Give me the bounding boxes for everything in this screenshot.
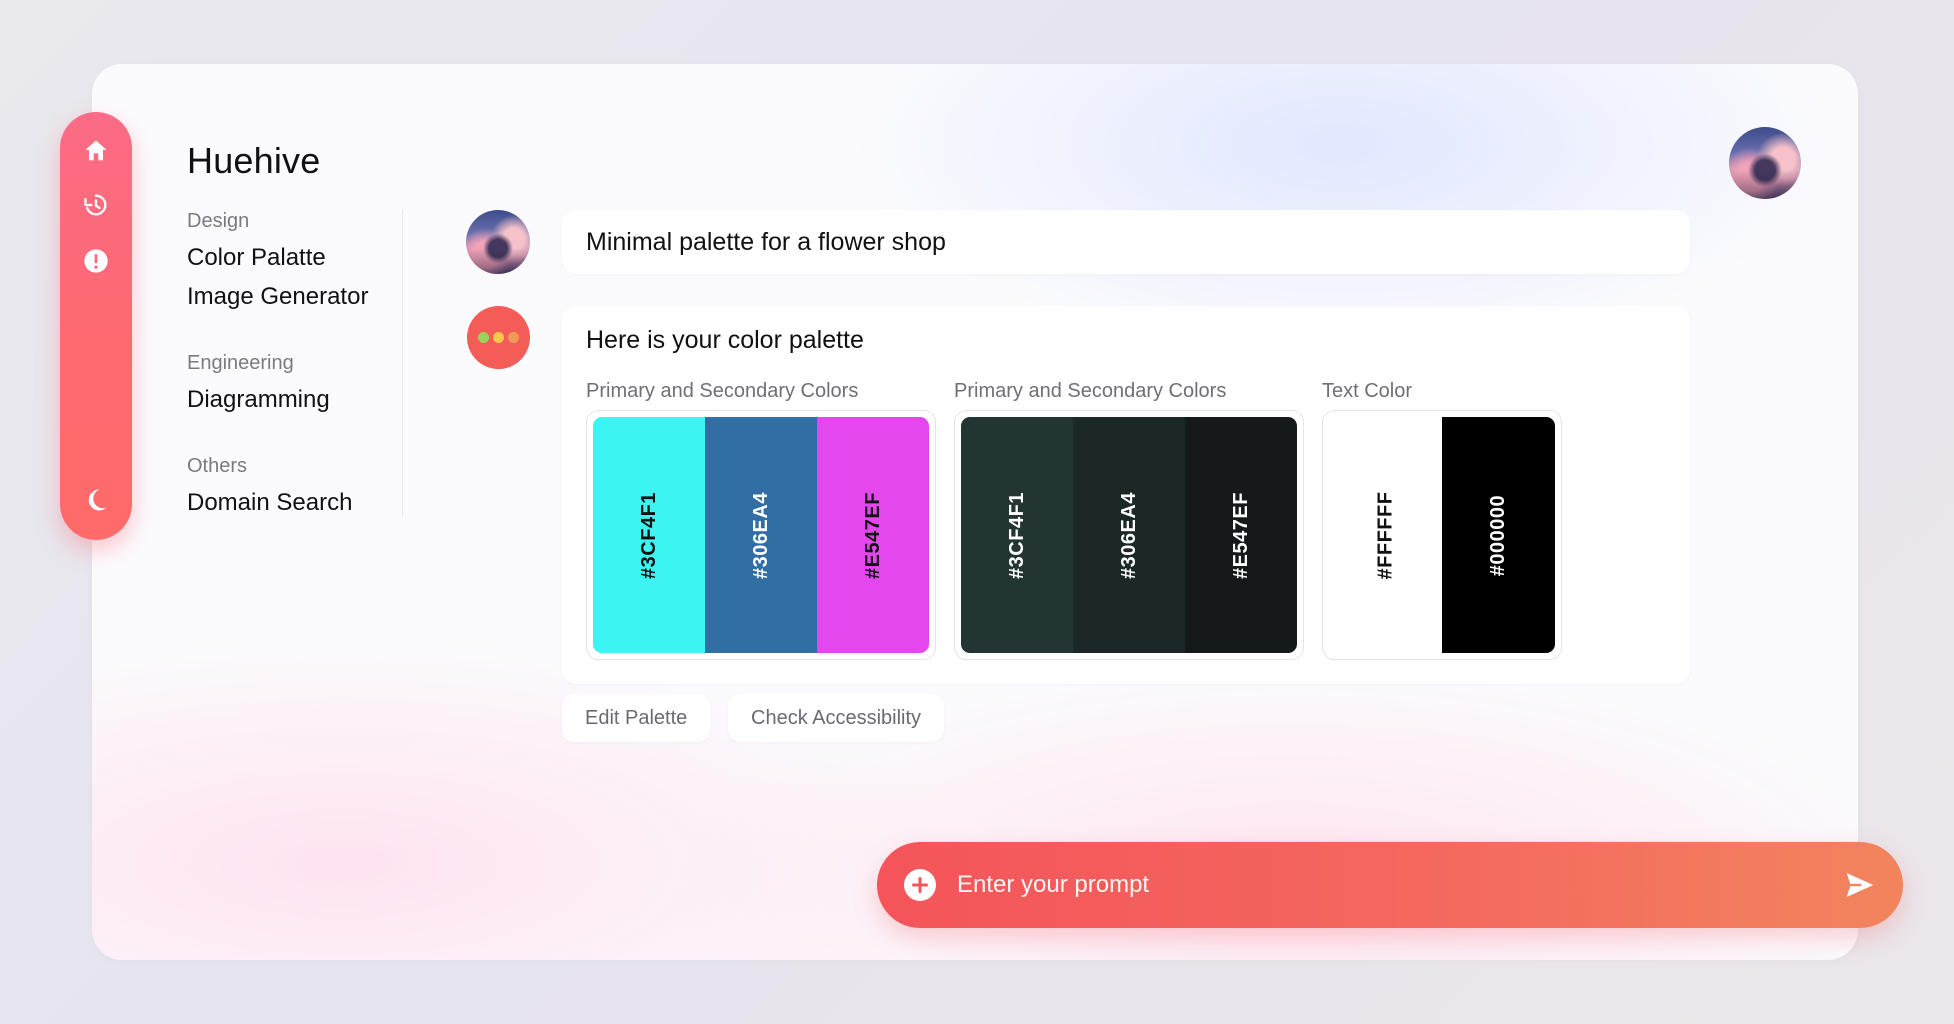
bot-avatar xyxy=(467,306,530,369)
check-accessibility-button[interactable]: Check Accessibility xyxy=(728,694,945,742)
nav-item-color-palette[interactable]: Color Palatte xyxy=(187,244,326,272)
bot-dot-icon xyxy=(478,332,489,343)
alert-icon[interactable] xyxy=(81,246,111,276)
user-avatar xyxy=(466,210,530,274)
color-swatch[interactable]: #306EA4 xyxy=(705,417,817,653)
moon-icon[interactable] xyxy=(81,485,111,515)
color-swatch[interactable]: #306EA4 xyxy=(1073,417,1185,653)
color-swatch[interactable]: #E547EF xyxy=(817,417,929,653)
prompt-input[interactable] xyxy=(957,862,1817,908)
palette-title: Text Color xyxy=(1322,380,1413,402)
palette-title: Primary and Secondary Colors xyxy=(586,380,859,402)
color-swatch[interactable]: #FFFFFF xyxy=(1329,417,1442,653)
nav-item-diagramming[interactable]: Diagramming xyxy=(187,386,330,414)
send-icon[interactable] xyxy=(1843,869,1877,901)
history-icon[interactable] xyxy=(81,190,111,220)
nav-group-design: Design xyxy=(187,210,250,232)
icon-rail xyxy=(60,112,132,540)
bot-dot-icon xyxy=(508,332,519,343)
color-swatch[interactable]: #E547EF xyxy=(1185,417,1297,653)
palette-card[interactable]: #3CF4F1 #306EA4 #E547EF xyxy=(954,410,1304,660)
nav-group-others: Others xyxy=(187,455,248,477)
user-message: Minimal palette for a flower shop xyxy=(562,210,1690,274)
bot-intro-text: Here is your color palette xyxy=(586,326,864,354)
profile-avatar[interactable] xyxy=(1729,127,1801,199)
home-icon[interactable] xyxy=(81,136,111,166)
nav-item-image-generator[interactable]: Image Generator xyxy=(187,283,368,311)
nav-group-engineering: Engineering xyxy=(187,352,294,374)
app-brand: Huehive xyxy=(187,140,321,181)
bot-message: Here is your color palette Primary and S… xyxy=(562,306,1690,684)
prompt-bar xyxy=(877,842,1903,928)
color-swatch[interactable]: #3CF4F1 xyxy=(961,417,1073,653)
bot-dot-icon xyxy=(493,332,504,343)
color-swatch[interactable]: #000000 xyxy=(1442,417,1555,653)
nav-item-domain-search[interactable]: Domain Search xyxy=(187,489,352,517)
color-swatch[interactable]: #3CF4F1 xyxy=(593,417,705,653)
palette-title: Primary and Secondary Colors xyxy=(954,380,1227,402)
palette-card[interactable]: #3CF4F1 #306EA4 #E547EF xyxy=(586,410,936,660)
add-icon[interactable] xyxy=(904,869,936,901)
sidebar-divider xyxy=(402,210,403,516)
palette-card[interactable]: #FFFFFF #000000 xyxy=(1322,410,1562,660)
edit-palette-button[interactable]: Edit Palette xyxy=(562,694,711,742)
